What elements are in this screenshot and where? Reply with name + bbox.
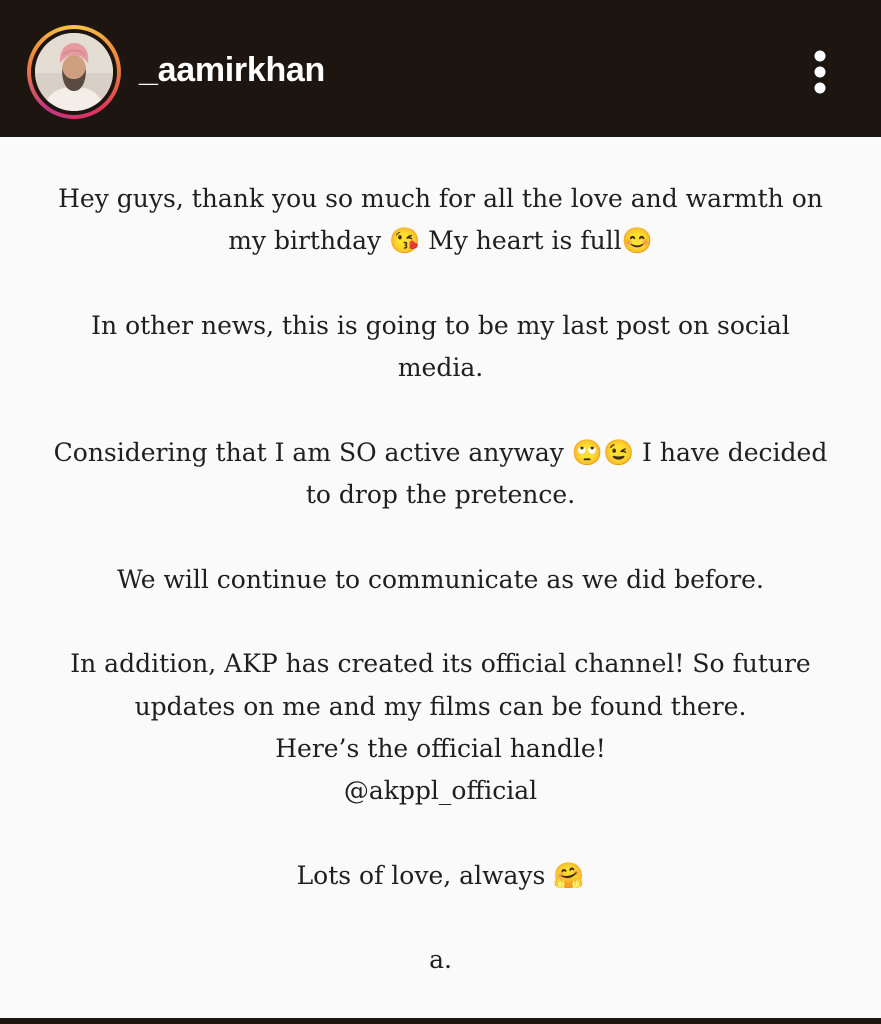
username[interactable]: _aamirkhan	[139, 48, 325, 92]
story-ring[interactable]	[27, 25, 121, 119]
caption-paragraph: Considering that I am SO active anyway 🙄…	[53, 437, 828, 510]
post-screen: _aamirkhan Hey guys, thank you so much f…	[0, 0, 881, 1024]
avatar[interactable]	[35, 33, 113, 111]
caption-paragraph: In addition, AKP has created its officia…	[70, 649, 811, 806]
more-vertical-icon	[814, 50, 826, 94]
post-header: _aamirkhan	[0, 0, 881, 137]
bottom-bar	[0, 1018, 881, 1024]
caption-paragraph: Lots of love, always 🤗	[296, 860, 585, 890]
caption-signature: a.	[429, 945, 452, 975]
caption-paragraph: In other news, this is going to be my la…	[91, 310, 790, 383]
post-caption: Hey guys, thank you so much for all the …	[40, 178, 841, 982]
caption-paragraph: We will continue to communicate as we di…	[117, 564, 764, 594]
avatar-border	[31, 29, 117, 115]
caption-paragraph: Hey guys, thank you so much for all the …	[58, 184, 823, 256]
more-options-button[interactable]	[800, 46, 840, 96]
avatar-photo-icon	[35, 33, 113, 111]
